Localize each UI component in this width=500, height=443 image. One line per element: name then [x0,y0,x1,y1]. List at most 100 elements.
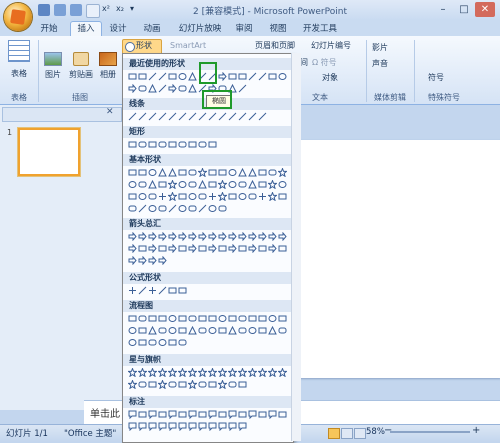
close-button[interactable]: ✕ [475,2,495,17]
star-shape-icon[interactable] [148,368,157,377]
star-shape-icon[interactable] [198,368,207,377]
tri-shape-icon[interactable] [248,168,257,177]
tri-shape-icon[interactable] [148,180,157,189]
star-shape-icon[interactable] [128,380,137,389]
oval-shape-icon[interactable] [138,192,147,201]
rect-shape-icon[interactable] [178,380,187,389]
star-shape-icon[interactable] [158,380,167,389]
star-shape-icon[interactable] [178,368,187,377]
round-shape-icon[interactable] [218,204,227,213]
call-shape-icon[interactable] [148,410,157,419]
round-shape-icon[interactable] [138,380,147,389]
plus-shape-icon[interactable] [208,192,217,201]
line-shape-icon[interactable] [258,112,267,121]
arrow-shape-icon[interactable] [148,256,157,265]
rect-shape-icon[interactable] [168,72,177,81]
slide-canvas[interactable] [294,140,500,378]
zoom-in-icon[interactable]: + [472,425,480,436]
line-shape-icon[interactable] [188,112,197,121]
round-shape-icon[interactable] [138,180,147,189]
rect-shape-icon[interactable] [128,72,137,81]
rect-shape-icon[interactable] [178,314,187,323]
round-shape-icon[interactable] [138,140,147,149]
arrow-shape-icon[interactable] [248,244,257,253]
arrow-shape-icon[interactable] [178,232,187,241]
tab-insert[interactable]: 插入 [70,21,102,37]
star-shape-icon[interactable] [168,192,177,201]
star-shape-icon[interactable] [198,168,207,177]
round-shape-icon[interactable] [178,338,187,347]
call-shape-icon[interactable] [128,410,137,419]
call-shape-icon[interactable] [228,410,237,419]
pane-close-icon[interactable]: ✕ [106,107,114,117]
tri-shape-icon[interactable] [238,168,247,177]
rect-shape-icon[interactable] [218,326,227,335]
oval-shape-icon[interactable] [148,168,157,177]
rect-shape-icon[interactable] [218,244,227,253]
arrow-shape-icon[interactable] [228,232,237,241]
rect-shape-icon[interactable] [198,244,207,253]
rect-shape-icon[interactable] [208,180,217,189]
arrow-shape-icon[interactable] [128,84,137,93]
round-shape-icon[interactable] [168,380,177,389]
star-shape-icon[interactable] [128,368,137,377]
tri-shape-icon[interactable] [158,168,167,177]
arrow-shape-icon[interactable] [148,232,157,241]
office-button[interactable] [4,3,32,31]
oval-shape-icon[interactable] [128,338,137,347]
rect-shape-icon[interactable] [168,140,177,149]
slides-outline-tabs[interactable] [2,107,122,122]
rect-shape-icon[interactable] [238,410,247,419]
round-shape-icon[interactable] [188,314,197,323]
oval-shape-icon[interactable] [228,168,237,177]
rect-shape-icon[interactable] [168,286,177,295]
arrow-shape-icon[interactable] [218,72,227,81]
line-shape-icon[interactable] [158,72,167,81]
star-shape-icon[interactable] [268,192,277,201]
rect-shape-icon[interactable] [228,314,237,323]
round-shape-icon[interactable] [188,168,197,177]
tri-shape-icon[interactable] [148,326,157,335]
round-shape-icon[interactable] [158,140,167,149]
call-shape-icon[interactable] [188,422,197,431]
round-shape-icon[interactable] [248,192,257,201]
rect-shape-icon[interactable] [158,180,167,189]
rect-shape-icon[interactable] [138,244,147,253]
arrow-shape-icon[interactable] [128,256,137,265]
rect-shape-icon[interactable] [278,410,287,419]
arrow-shape-icon[interactable] [228,244,237,253]
call-shape-icon[interactable] [218,422,227,431]
arrow-shape-icon[interactable] [168,232,177,241]
star-shape-icon[interactable] [188,368,197,377]
line-shape-icon[interactable] [138,286,147,295]
rect-shape-icon[interactable] [158,314,167,323]
round-shape-icon[interactable] [238,180,247,189]
line-shape-icon[interactable] [158,112,167,121]
round-shape-icon[interactable] [188,204,197,213]
oval-shape-icon[interactable] [268,314,277,323]
rect-shape-icon[interactable] [278,244,287,253]
line-shape-icon[interactable] [218,112,227,121]
rect-shape-icon[interactable] [238,380,247,389]
line-shape-icon[interactable] [248,72,257,81]
star-shape-icon[interactable] [158,368,167,377]
star-shape-icon[interactable] [268,180,277,189]
rect-shape-icon[interactable] [258,244,267,253]
redo-icon[interactable] [70,4,82,16]
line-shape-icon[interactable] [198,112,207,121]
oval-shape-icon[interactable] [148,204,157,213]
line-shape-icon[interactable] [148,72,157,81]
tab-developer[interactable]: 开发工具 [300,22,340,36]
round-shape-icon[interactable] [138,314,147,323]
album-button[interactable]: 相册 [98,52,118,80]
round-shape-icon[interactable] [228,380,237,389]
arrow-shape-icon[interactable] [218,232,227,241]
line-shape-icon[interactable] [138,204,147,213]
call-shape-icon[interactable] [268,410,277,419]
rect-shape-icon[interactable] [208,380,217,389]
round-shape-icon[interactable] [158,326,167,335]
maximize-button[interactable]: □ [454,2,474,17]
arrow-shape-icon[interactable] [238,232,247,241]
oval-shape-icon[interactable] [218,314,227,323]
rect-shape-icon[interactable] [198,410,207,419]
